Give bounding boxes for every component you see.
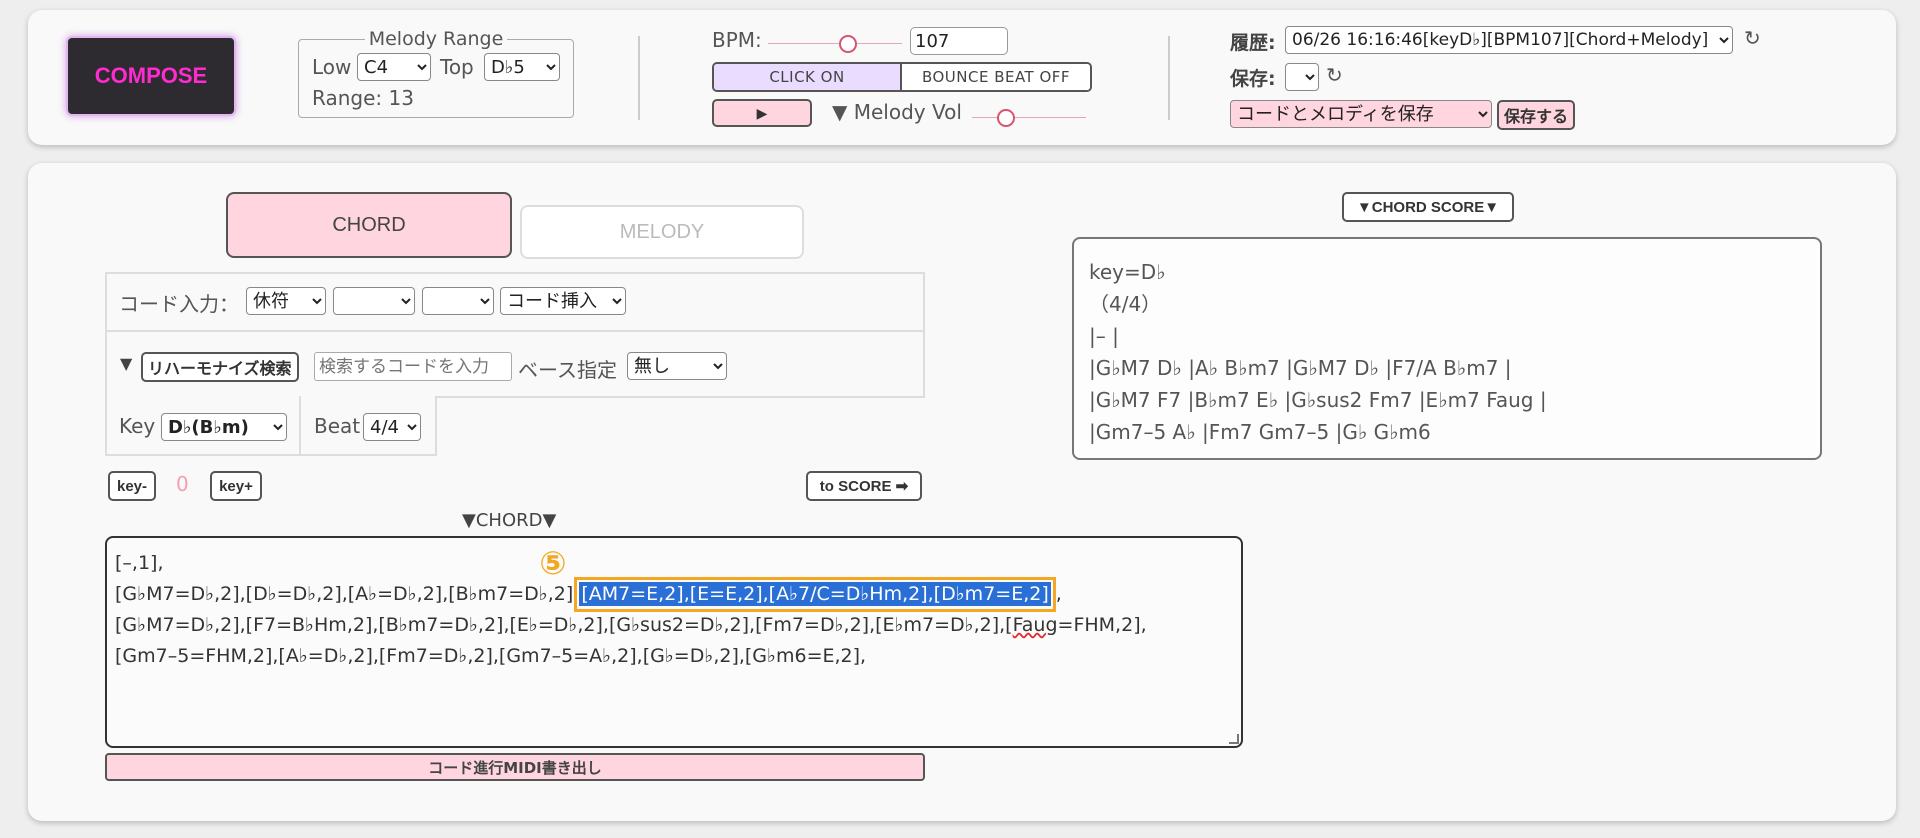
score-line: |G♭M7 D♭ |A♭ B♭m7 |G♭M7 D♭ |F7/A B♭m7 | xyxy=(1089,356,1512,380)
bpm-slider[interactable] xyxy=(768,34,902,54)
chord-section-title: ▼CHORD▼ xyxy=(462,510,557,531)
bass-label: ベース指定 xyxy=(518,358,617,382)
bpm-slider-track xyxy=(768,43,902,44)
step-marker-5: ⑤ xyxy=(539,544,567,582)
key-up-button[interactable]: key+ xyxy=(210,471,262,501)
divider xyxy=(1168,36,1170,120)
resize-handle-icon[interactable] xyxy=(1229,734,1239,744)
melody-vol-label[interactable]: ▼ Melody Vol xyxy=(832,100,962,124)
beat-select[interactable]: 4/4 xyxy=(363,413,421,441)
bpm-label: BPM: xyxy=(712,28,762,52)
divider xyxy=(638,36,640,120)
history-label: 履歴: xyxy=(1230,32,1276,54)
save-slot-select[interactable] xyxy=(1285,63,1319,91)
chord-score-lines: key=D♭ （4/4） |– | |G♭M7 D♭ |A♭ B♭m7 |G♭M7 D… xyxy=(1089,256,1820,448)
spellcheck-underlined-text: Faug xyxy=(1012,614,1058,636)
selected-chord-text[interactable]: [AM7=E,2],[E=E,2],[A♭7/C=D♭Hm,2],[D♭m7=E… xyxy=(574,577,1056,612)
bounce-beat-toggle[interactable]: BOUNCE BEAT OFF xyxy=(902,64,1090,90)
reharmonize-toggle-icon[interactable]: ▼ xyxy=(120,354,132,373)
chord-score-toggle[interactable]: ▼CHORD SCORE▼ xyxy=(1342,192,1514,222)
save-mode-select[interactable]: コードとメロディを保存 xyxy=(1230,100,1492,128)
melody-vol-slider-thumb[interactable] xyxy=(997,109,1016,127)
chord-text: [G♭M7=D♭,2],[D♭=D♭,2],[A♭=D♭,2],[B♭m7=D♭… xyxy=(115,583,580,605)
play-button[interactable]: ▶ xyxy=(712,99,812,127)
history-select[interactable]: 06/26 16:16:46[keyD♭][BPM107][Chord+Melo… xyxy=(1285,26,1733,54)
to-score-button[interactable]: to SCORE ➡ xyxy=(806,471,922,501)
top-label: Top xyxy=(440,55,474,79)
chord-text: , xyxy=(1055,583,1062,605)
score-line: |G♭M7 F7 |B♭m7 E♭ |G♭sus2 Fm7 |E♭m7 Faug… xyxy=(1089,388,1547,412)
divider xyxy=(105,330,925,332)
chord-root-select[interactable] xyxy=(333,287,415,315)
save-button[interactable]: 保存する xyxy=(1497,100,1576,130)
key-select[interactable]: D♭(B♭m) xyxy=(161,413,287,441)
chord-input-label: コード入力： xyxy=(119,292,239,316)
chord-line-1: [–,1], xyxy=(115,552,164,574)
chord-text: =FHM,2], xyxy=(1057,614,1147,636)
play-icon: ▶ xyxy=(756,104,768,121)
range-value: Range: 13 xyxy=(312,86,414,110)
melody-vol-slider[interactable] xyxy=(972,108,1086,128)
chord-line-3: [G♭M7=D♭,2],[F7=B♭Hm,2],[B♭m7=D♭,2],[E♭=… xyxy=(115,610,1241,641)
bpm-input[interactable] xyxy=(910,27,1008,55)
beat-label: Beat xyxy=(314,414,361,438)
tab-melody[interactable]: MELODY xyxy=(520,205,804,259)
reharmonize-search-button[interactable]: リハーモナイズ検索 xyxy=(141,352,299,382)
score-line: |– | xyxy=(1089,324,1119,348)
chord-search-input[interactable] xyxy=(314,352,512,381)
chord-type-select[interactable] xyxy=(422,287,494,315)
transpose-value: 0 xyxy=(176,472,189,496)
score-line: （4/4） xyxy=(1089,292,1162,316)
chord-textarea[interactable]: [–,1], [G♭M7=D♭,2],[D♭=D♭,2],[A♭=D♭,2],[… xyxy=(105,536,1243,748)
score-line: key=D♭ xyxy=(1089,260,1166,284)
melody-range-legend: Melody Range xyxy=(368,28,504,50)
bass-select[interactable]: 無し xyxy=(627,352,727,380)
save-label: 保存: xyxy=(1230,68,1276,90)
compose-button[interactable]: COMPOSE xyxy=(66,36,236,116)
melody-vol-slider-track xyxy=(972,117,1086,118)
chord-text: [G♭M7=D♭,2],[F7=B♭Hm,2],[B♭m7=D♭,2],[E♭=… xyxy=(115,614,1013,636)
chord-line-2: [G♭M7=D♭,2],[D♭=D♭,2],[A♭=D♭,2],[B♭m7=D♭… xyxy=(115,577,1241,612)
top-note-select[interactable]: D♭5 xyxy=(484,53,560,81)
click-bounce-group: CLICK ON BOUNCE BEAT OFF xyxy=(712,62,1092,92)
chord-score-box: key=D♭ （4/4） |– | |G♭M7 D♭ |A♭ B♭m7 |G♭M7 D… xyxy=(1072,237,1822,460)
key-label: Key xyxy=(119,414,156,438)
divider xyxy=(299,396,301,456)
tab-chord[interactable]: CHORD xyxy=(226,192,512,258)
low-note-select[interactable]: C4 xyxy=(357,53,431,81)
chord-line-4: [Gm7–5=FHM,2],[A♭=D♭,2],[Fm7=D♭,2],[Gm7–… xyxy=(115,645,867,667)
click-toggle[interactable]: CLICK ON xyxy=(714,64,902,90)
chord-midi-export-button[interactable]: コード進行MIDI書き出し xyxy=(105,753,925,781)
low-label: Low xyxy=(312,55,352,79)
chord-insert-select[interactable]: コード挿入 xyxy=(500,287,626,315)
save-refresh-icon[interactable]: ↻ xyxy=(1326,63,1343,87)
key-down-button[interactable]: key- xyxy=(108,471,156,501)
selection-highlight-frame xyxy=(574,577,1056,612)
history-refresh-icon[interactable]: ↻ xyxy=(1744,26,1761,50)
score-line: |Gm7–5 A♭ |Fm7 Gm7–5 |G♭ G♭m6 xyxy=(1089,420,1431,444)
bpm-slider-thumb[interactable] xyxy=(839,35,858,53)
rest-select[interactable]: 休符 xyxy=(246,287,326,315)
